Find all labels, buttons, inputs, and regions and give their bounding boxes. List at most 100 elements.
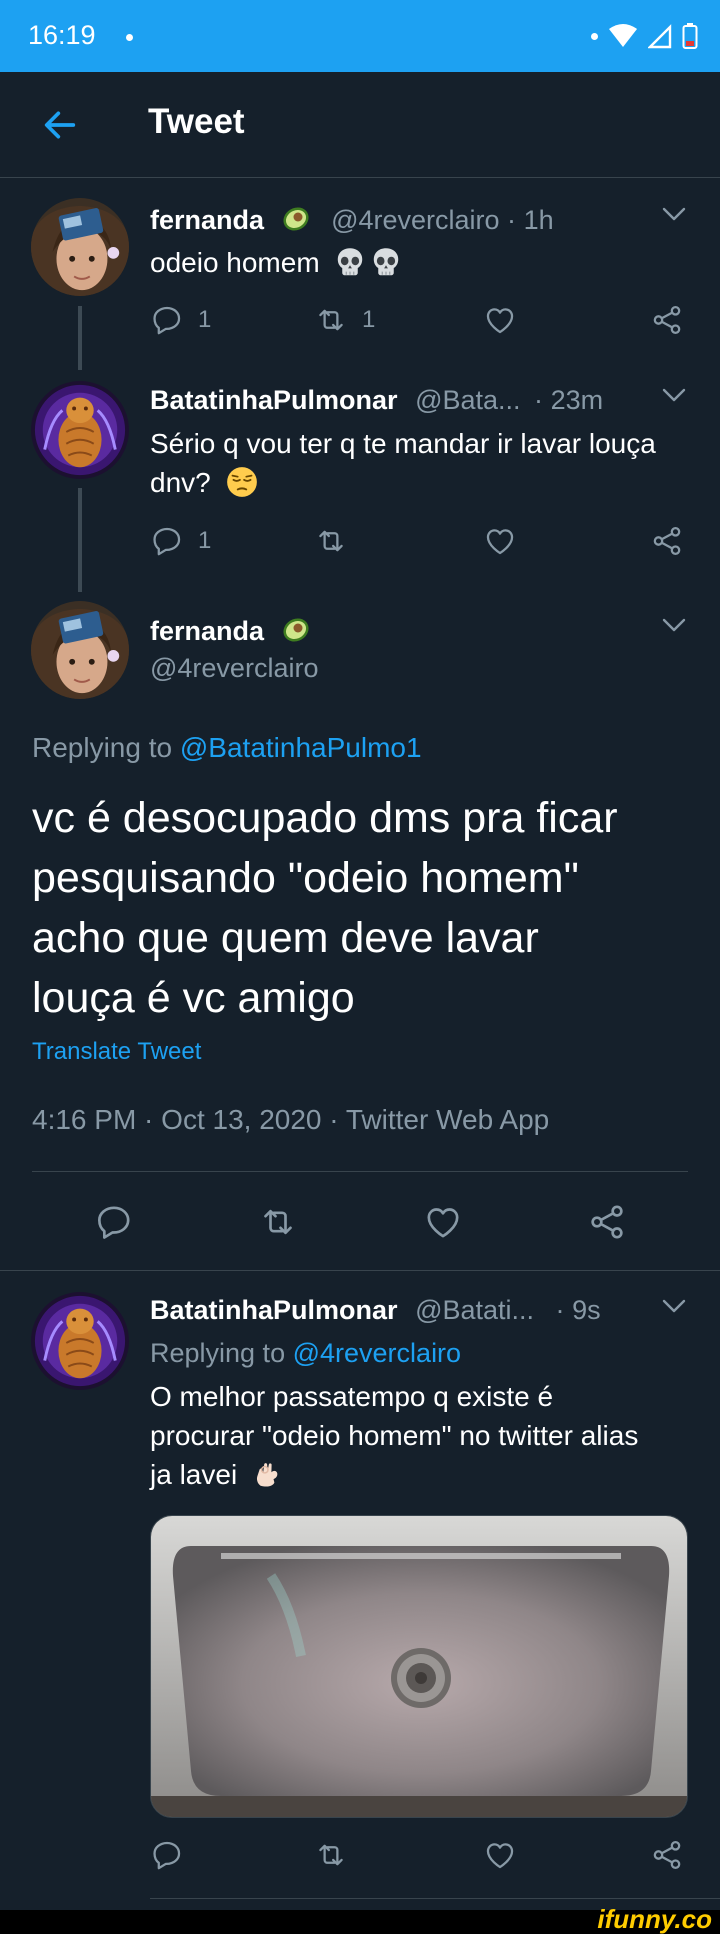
chevron-down-icon[interactable] (661, 617, 687, 633)
tweet-text-content: dnv? (150, 467, 211, 498)
avocado-emoji (280, 614, 312, 646)
tweet-text-line: pesquisando "odeio homem" (32, 854, 579, 902)
share-button[interactable] (650, 524, 684, 558)
page-title: Tweet (148, 102, 245, 141)
status-time: 16:19 (28, 20, 96, 50)
tweet-header: fernanda @4reverclairo · 1h (150, 203, 554, 236)
tweet-text-line: procurar "odeio homem" no twitter alias (150, 1420, 639, 1451)
battery-icon (682, 23, 698, 49)
tweet-time: 23m (550, 385, 604, 415)
thread-line (78, 488, 82, 592)
share-button[interactable] (587, 1202, 627, 1242)
tweet-actions: 1 (150, 524, 690, 564)
reply-icon (94, 1202, 134, 1242)
reply-icon (150, 1838, 184, 1872)
share-icon (587, 1202, 627, 1242)
divider (32, 1171, 688, 1172)
retweet-icon (314, 1838, 348, 1872)
share-icon (650, 524, 684, 558)
tweet-header: BatatinhaPulmonar @Batati... · 9s (150, 1295, 601, 1326)
like-button[interactable] (423, 1202, 463, 1242)
chevron-down-icon[interactable] (661, 206, 687, 222)
like-button[interactable] (483, 303, 517, 337)
reply-button[interactable] (150, 1838, 184, 1872)
like-button[interactable] (483, 1838, 517, 1872)
author-name[interactable]: fernanda (150, 205, 264, 235)
reply-button[interactable]: 1 (150, 524, 211, 558)
replying-to-handle[interactable]: @4reverclairo (293, 1338, 461, 1368)
tweet-text: Sério q vou ter q te mandar ir lavar lou… (150, 424, 698, 502)
wifi-icon (609, 24, 637, 47)
status-icons (591, 18, 698, 54)
tweet-text: O melhor passatempo q existe é procurar … (150, 1377, 698, 1494)
divider (0, 1270, 720, 1271)
replying-to-label: Replying to (150, 1338, 286, 1368)
author-name[interactable]: BatatinhaPulmonar (150, 1295, 398, 1325)
like-icon (423, 1202, 463, 1242)
avatar[interactable] (31, 601, 129, 699)
skull-emoji (369, 245, 403, 279)
main-tweet-text: vc é desocupado dms pra ficar pesquisand… (32, 788, 692, 1028)
chevron-down-icon[interactable] (661, 387, 687, 403)
thread-line (78, 306, 82, 370)
avatar[interactable] (31, 1292, 129, 1390)
author-handle: @Bata... (415, 385, 521, 415)
tweet-text-line: ja lavei (150, 1455, 698, 1494)
like-icon (483, 1838, 517, 1872)
divider (150, 1898, 720, 1899)
author-handle: @Batati... (415, 1295, 535, 1325)
tweet-text-line: Sério q vou ter q te mandar ir lavar lou… (150, 428, 656, 459)
reply-button[interactable] (94, 1202, 134, 1242)
retweet-count: 1 (362, 306, 376, 333)
tweet-meta: 4:16 PM · Oct 13, 2020 · Twitter Web App (32, 1104, 550, 1135)
separator: · (555, 1295, 565, 1325)
tweet-text-content: odeio homem (150, 247, 320, 278)
tweet-media-image[interactable] (150, 1515, 688, 1818)
tweet-text-line: louça é vc amigo (32, 974, 355, 1022)
reply-icon (150, 303, 184, 337)
tweet-text-line: O melhor passatempo q existe é (150, 1381, 554, 1412)
author-handle[interactable]: @4reverclairo (150, 653, 318, 684)
share-button[interactable] (650, 303, 684, 337)
avatar[interactable] (31, 198, 129, 296)
notification-dot-icon (126, 34, 133, 41)
back-arrow-icon[interactable] (40, 105, 80, 145)
separator: · (507, 205, 517, 235)
author-name[interactable]: BatatinhaPulmonar (150, 385, 398, 415)
avocado-emoji (280, 203, 312, 235)
reply-button[interactable]: 1 (150, 303, 211, 337)
author-name[interactable]: fernanda (150, 616, 264, 646)
reply-count: 1 (198, 527, 212, 554)
tweet-time: 9s (572, 1295, 601, 1325)
retweet-icon (314, 524, 348, 558)
retweet-button[interactable] (314, 1838, 348, 1872)
share-button[interactable] (650, 1838, 684, 1872)
chevron-down-icon[interactable] (661, 1298, 687, 1314)
sink-photo (151, 1516, 688, 1818)
tweet-text-content: ja lavei (150, 1459, 238, 1490)
signal-icon (648, 24, 672, 49)
notification-dot-icon (591, 32, 598, 40)
replying-to: Replying to @BatatinhaPulmo1 (32, 732, 422, 764)
ok-hand-emoji (251, 1457, 285, 1491)
avatar[interactable] (31, 381, 129, 479)
replying-to-label: Replying to (32, 732, 173, 763)
retweet-button[interactable] (314, 524, 348, 558)
retweet-button[interactable] (258, 1202, 298, 1242)
translate-tweet-link[interactable]: Translate Tweet (32, 1038, 201, 1066)
watermark: ifunny.co (597, 1904, 712, 1934)
reply-count: 1 (198, 306, 212, 333)
like-icon (483, 303, 517, 337)
tweet-actions: 1 1 (150, 303, 690, 343)
like-button[interactable] (483, 524, 517, 558)
reply-icon (150, 524, 184, 558)
tweet-text: odeio homem (150, 243, 403, 282)
tweet-actions (150, 1838, 690, 1878)
replying-to-handle[interactable]: @BatatinhaPulmo1 (180, 732, 422, 763)
replying-to: Replying to @4reverclairo (150, 1338, 461, 1369)
main-tweet-actions (0, 1202, 720, 1242)
tweet-header: BatatinhaPulmonar @Bata... · 23m (150, 385, 603, 416)
retweet-button[interactable]: 1 (314, 303, 375, 337)
tweet-time: 1h (523, 205, 554, 235)
tweet-text-line: acho que quem deve lavar (32, 914, 539, 962)
